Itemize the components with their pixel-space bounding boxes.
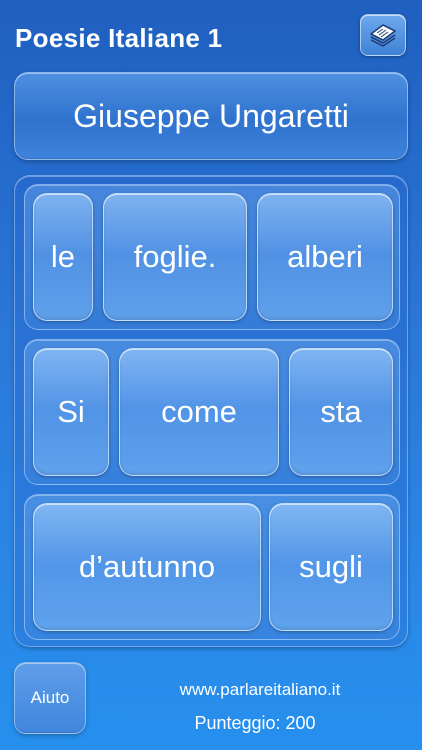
poet-name-banner: Giuseppe Ungaretti xyxy=(14,72,408,160)
app-title: Poesie Italiane 1 xyxy=(15,23,223,53)
menu-button[interactable] xyxy=(360,14,406,56)
website-link[interactable]: www.parlareitaliano.it xyxy=(150,680,370,700)
word-tile[interactable]: foglie. xyxy=(103,193,247,321)
score-label: Punteggio: 200 xyxy=(194,713,316,733)
puzzle-row-1: le foglie. alberi xyxy=(24,184,400,330)
word-tile[interactable]: alberi xyxy=(257,193,393,321)
word-tile[interactable]: sta xyxy=(289,348,393,476)
word-tile[interactable]: le xyxy=(33,193,93,321)
puzzle-row-2: Si come sta xyxy=(24,339,400,485)
word-tile[interactable]: come xyxy=(119,348,279,476)
word-tile[interactable]: d’autunno xyxy=(33,503,261,631)
word-tile[interactable]: Si xyxy=(33,348,109,476)
puzzle-row-3: d’autunno sugli xyxy=(24,494,400,640)
word-tile[interactable]: sugli xyxy=(269,503,393,631)
word-puzzle-board: le foglie. alberi Si come sta d’autunno … xyxy=(14,175,408,647)
help-button[interactable]: Aiuto xyxy=(14,662,86,734)
book-stack-icon xyxy=(368,22,398,48)
